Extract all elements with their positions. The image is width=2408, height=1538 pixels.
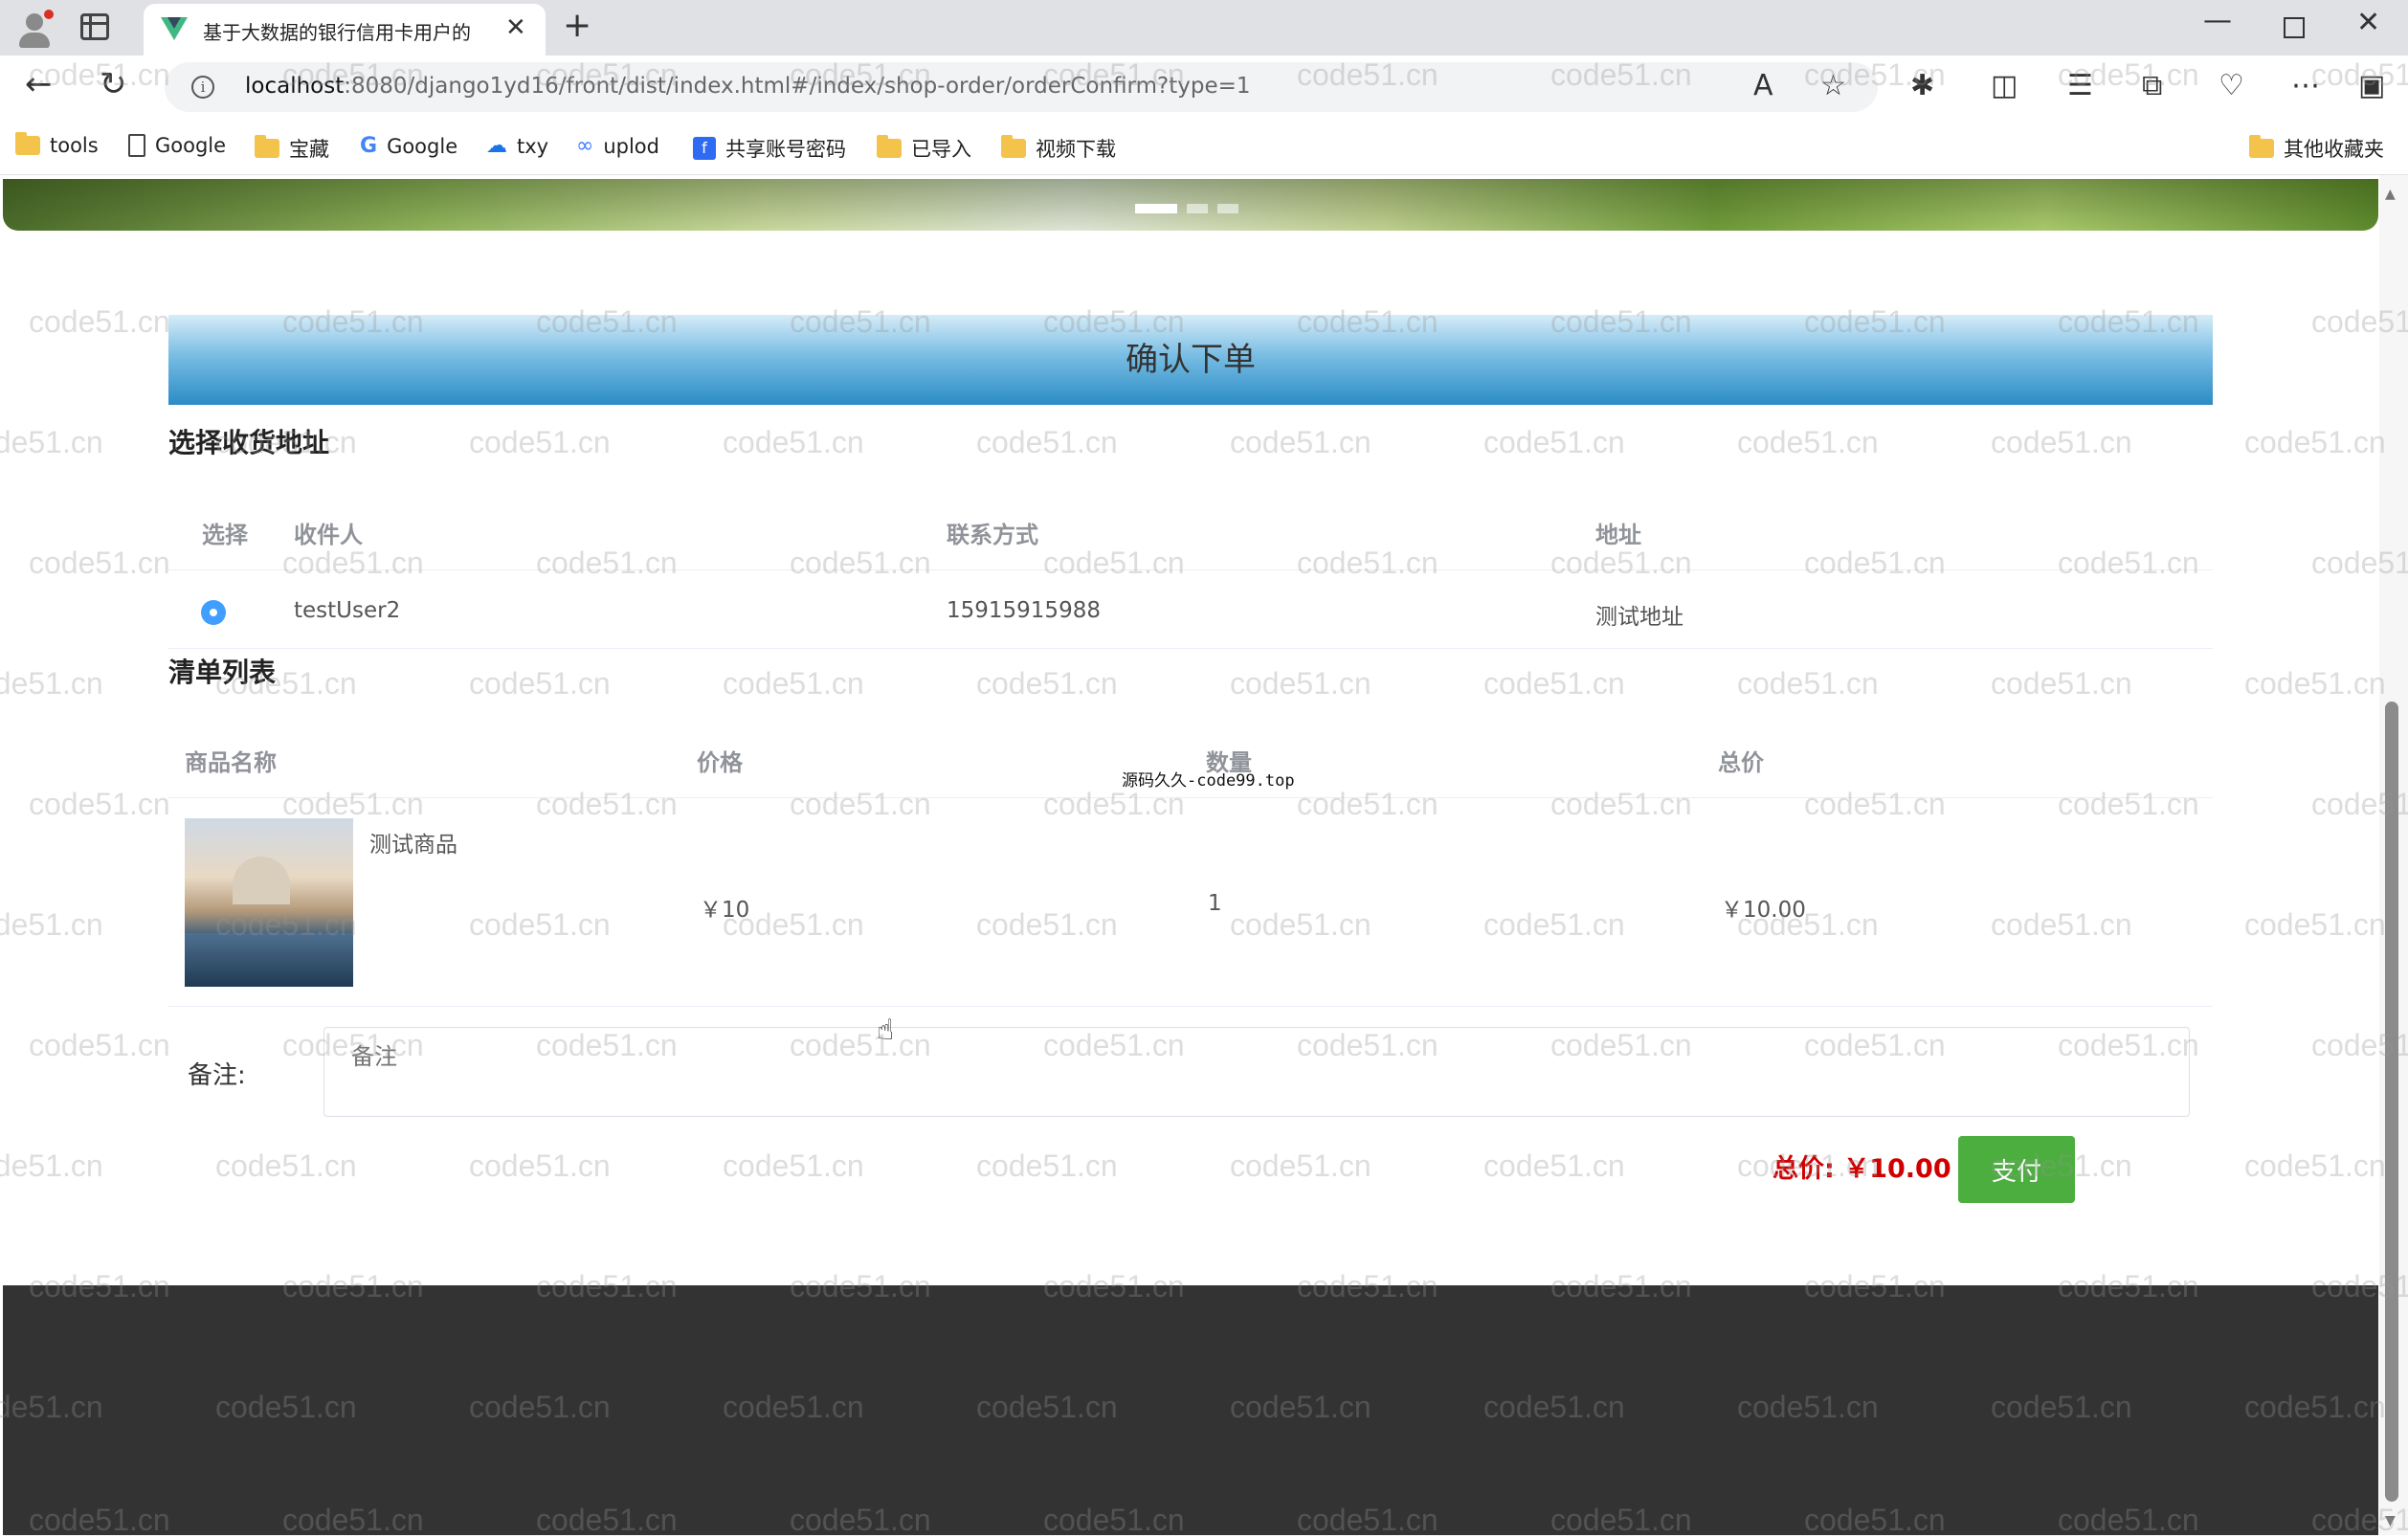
bookmark-txy[interactable]: ☁ txy	[486, 134, 548, 158]
bookmark-shared-accounts[interactable]: f 共享账号密码	[693, 134, 846, 163]
overlay-watermark-text: 源码久久-code99.top	[1122, 771, 1295, 791]
folder-icon	[15, 132, 40, 155]
bookmark-google-2[interactable]: G Google	[360, 134, 457, 158]
address-col-address: 地址	[1595, 522, 1641, 548]
product-subtotal: ￥10.00	[1721, 898, 1806, 923]
collections-icon[interactable]: ⧉	[2142, 69, 2162, 102]
site-info-icon[interactable]: i	[191, 76, 214, 99]
page-viewport: 确认下单 选择收货地址 选择 收件人 联系方式 地址 testUser2 159…	[0, 175, 2408, 1535]
carousel-dot-active[interactable]	[1135, 204, 1177, 213]
back-icon[interactable]: ←	[25, 65, 53, 103]
url-input[interactable]: i localhost:8080/django1yd16/front/dist/…	[165, 62, 1878, 112]
more-menu-icon[interactable]: ⋯	[2291, 69, 2320, 102]
address-radio-selected[interactable]	[201, 600, 226, 625]
scrollbar-thumb[interactable]	[2385, 702, 2398, 1502]
sidebar-toggle-icon[interactable]: ▣	[2358, 69, 2385, 102]
favorite-star-icon[interactable]: ☆	[1820, 69, 1846, 102]
browser-essentials-icon[interactable]: ♡	[2218, 69, 2244, 102]
browser-tab-active[interactable]: 基于大数据的银行信用卡用户的 ✕	[144, 4, 546, 56]
page-title: 确认下单	[168, 315, 2213, 405]
pay-button[interactable]: 支付	[1958, 1136, 2075, 1203]
items-section-title: 清单列表	[168, 657, 277, 688]
folder-icon	[877, 135, 902, 158]
divider	[168, 1006, 2213, 1007]
split-screen-icon[interactable]: ◫	[1991, 69, 2018, 102]
new-tab-icon[interactable]: +	[563, 6, 591, 45]
remark-label: 备注:	[188, 1061, 246, 1090]
tab-title: 基于大数据的银行信用卡用户的	[203, 21, 471, 44]
favorites-icon[interactable]: ☰	[2067, 69, 2093, 102]
link-icon: ∞	[576, 134, 594, 158]
product-image[interactable]	[185, 818, 353, 987]
browser-tab-bar: 基于大数据的银行信用卡用户的 ✕ + — ✕	[0, 0, 2408, 56]
divider	[168, 569, 2213, 570]
address-col-phone: 联系方式	[947, 522, 1038, 548]
address-text: 测试地址	[1595, 605, 1683, 630]
divider	[168, 797, 2213, 798]
reload-icon[interactable]: ↻	[100, 65, 127, 103]
bookmark-video-download[interactable]: 视频下载	[1001, 134, 1116, 163]
bookmark-treasure[interactable]: 宝藏	[255, 134, 329, 163]
address-phone: 15915915988	[947, 598, 1101, 623]
page-icon	[128, 134, 145, 157]
window-close-icon[interactable]: ✕	[2356, 6, 2380, 39]
bookmark-imported[interactable]: 已导入	[877, 134, 971, 163]
product-price: ￥10	[700, 898, 750, 923]
carousel-dot[interactable]	[1187, 204, 1208, 213]
bookmark-uplod[interactable]: ∞ uplod	[576, 134, 659, 158]
item-col-subtotal: 总价	[1718, 749, 1764, 776]
scroll-down-arrow-icon[interactable]: ▼	[2385, 1513, 2396, 1528]
tab-actions-icon[interactable]	[80, 13, 109, 40]
divider	[168, 648, 2213, 649]
product-quantity: 1	[1208, 891, 1222, 916]
cloud-icon: ☁	[486, 134, 507, 158]
scroll-up-arrow-icon[interactable]: ▲	[2385, 187, 2396, 202]
folder-icon	[1001, 135, 1026, 158]
vue-logo-icon	[161, 17, 188, 40]
restore-icon[interactable]	[2284, 17, 2305, 38]
shared-app-icon: f	[693, 137, 716, 160]
read-aloud-icon[interactable]: A	[1753, 69, 1773, 102]
item-col-name: 商品名称	[185, 749, 277, 776]
address-col-recipient: 收件人	[294, 522, 363, 548]
folder-icon	[255, 135, 279, 158]
page-footer	[3, 1285, 2378, 1535]
extensions-icon[interactable]: ✱	[1910, 69, 1934, 102]
url-text: localhost:8080/django1yd16/front/dist/in…	[245, 74, 1251, 99]
google-g-icon: G	[360, 134, 378, 158]
close-tab-icon[interactable]: ✕	[505, 13, 526, 42]
product-name: 测试商品	[369, 833, 457, 858]
bookmark-other-favorites[interactable]: 其他收藏夹	[2249, 134, 2384, 163]
carousel-indicators[interactable]	[1135, 204, 1238, 213]
minimize-icon[interactable]: —	[2203, 4, 2232, 37]
order-total: 总价: ￥10.00	[1773, 1154, 1951, 1184]
mouse-pointer-icon: ☝	[877, 1014, 895, 1047]
address-recipient: testUser2	[294, 598, 401, 623]
bookmark-tools[interactable]: tools	[15, 132, 99, 157]
carousel-dot[interactable]	[1217, 204, 1238, 213]
item-col-price: 价格	[697, 749, 743, 776]
bookmark-google[interactable]: Google	[128, 134, 226, 157]
address-bar: ← ↻ i localhost:8080/django1yd16/front/d…	[0, 56, 2408, 123]
address-section-title: 选择收货地址	[168, 427, 330, 458]
bookmarks-bar: tools Google 宝藏 G Google ☁ txy ∞ uplod f 共享账…	[0, 123, 2408, 175]
address-col-select: 选择	[202, 522, 248, 548]
profile-avatar-icon[interactable]	[13, 8, 56, 50]
folder-icon	[2249, 135, 2274, 158]
remark-textarea[interactable]	[323, 1027, 2190, 1117]
